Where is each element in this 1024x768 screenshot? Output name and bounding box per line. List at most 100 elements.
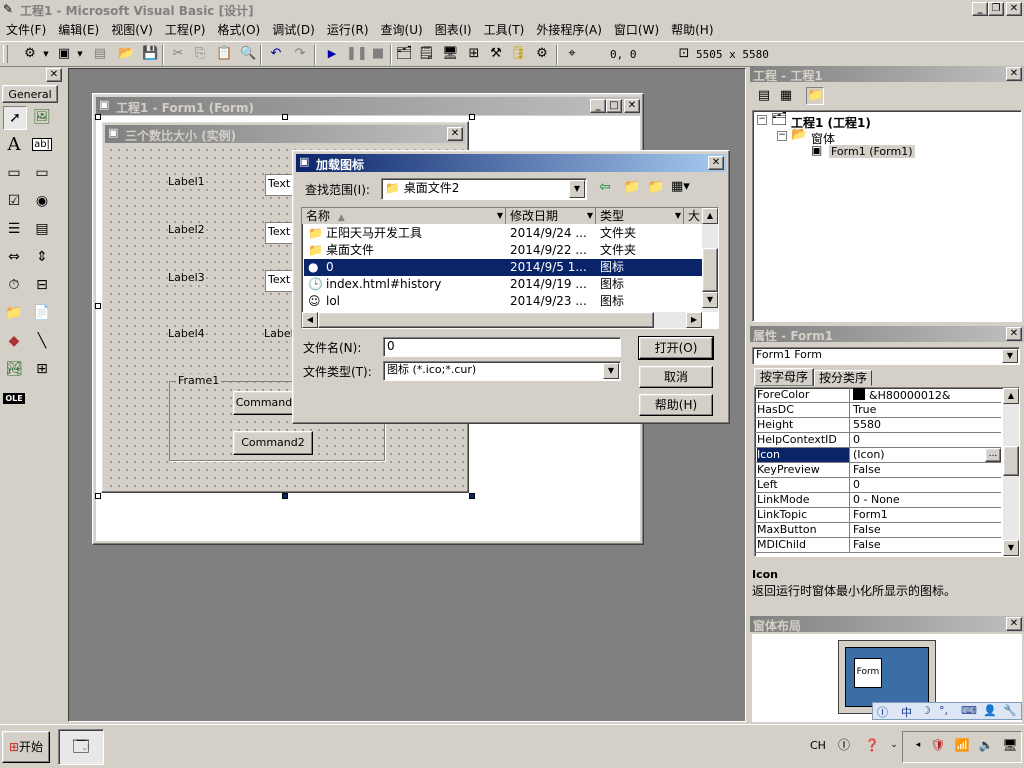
form-designer-minimize[interactable]: _	[590, 99, 606, 113]
scroll-down-icon[interactable]: ▼	[1003, 540, 1019, 556]
form-layout-icon[interactable]: 🖥	[442, 46, 459, 62]
object-selector[interactable]: Form1 Form ▼	[752, 347, 1020, 365]
scroll-left-icon[interactable]: ◀	[302, 312, 318, 328]
file-row[interactable]: 📁 正阳天马开发工具 2014/9/24 ... 文件夹	[304, 225, 706, 242]
open-project-icon[interactable]: 📂	[118, 46, 134, 62]
ime-indicator[interactable]: CH	[810, 739, 826, 752]
menu-item-0[interactable]: 文件(F)	[0, 20, 52, 40]
checkbox-tool-icon[interactable]: ☑	[3, 190, 25, 212]
menu-item-3[interactable]: 工程(P)	[159, 20, 212, 40]
filelistbox-tool-icon[interactable]: 📄	[31, 302, 53, 324]
dialog-close-button[interactable]: ✕	[708, 156, 724, 170]
close-button[interactable]: ✕	[1006, 2, 1022, 16]
file-row[interactable]: ● 0 2014/9/5 1... 图标	[304, 259, 706, 276]
ime-moon-icon[interactable]: ☽	[921, 704, 931, 717]
open-button[interactable]: 打开(O)	[638, 336, 714, 360]
undo-icon[interactable]: ↶	[268, 46, 284, 62]
column-dropdown-icon[interactable]: ▼	[587, 208, 593, 224]
selection-handle[interactable]	[469, 493, 475, 499]
property-value[interactable]: (Icon)	[853, 448, 885, 462]
data-tool-icon[interactable]: ⊞	[31, 358, 53, 380]
selection-handle[interactable]	[469, 114, 475, 120]
lookin-dropdown-arrow[interactable]: ▼	[569, 180, 585, 198]
project-panel-close[interactable]: ✕	[1006, 67, 1022, 81]
form-designer-close[interactable]: ✕	[624, 99, 640, 113]
command1-button[interactable]: Command	[233, 391, 295, 415]
ole-tool-icon[interactable]: OLE	[3, 388, 25, 410]
ime-keyboard-icon[interactable]: ⌨	[961, 704, 977, 717]
line-tool-icon[interactable]: ╲	[31, 330, 53, 352]
selection-handle[interactable]	[282, 493, 288, 499]
hscroll-thumb[interactable]	[318, 312, 654, 328]
image-tool-icon[interactable]: 🏞	[3, 358, 25, 380]
shape-tool-icon[interactable]: ◆	[3, 330, 25, 352]
dropdown-arrow-icon[interactable]: ▼	[72, 46, 88, 62]
property-row[interactable]: LinkTopic Form1	[755, 508, 1001, 523]
view-menu-icon[interactable]: ▦▾	[671, 179, 690, 194]
label4[interactable]: Label4	[168, 327, 205, 340]
add-form-icon[interactable]: ▣	[56, 46, 72, 62]
property-value[interactable]: True	[853, 403, 876, 417]
column-header-name[interactable]: 名称 ▲ ▼	[302, 208, 506, 224]
ime-toolbar[interactable]: Ⓘ 中 ☽ °, ⌨ 👤 🔧	[872, 702, 1022, 720]
hscrollbar-tool-icon[interactable]: ⇔	[3, 246, 25, 268]
find-icon[interactable]: 🔍	[240, 46, 256, 62]
property-row[interactable]: HasDC True	[755, 403, 1001, 418]
object-selector-arrow[interactable]: ▼	[1002, 349, 1018, 363]
column-dropdown-icon[interactable]: ▼	[675, 208, 681, 224]
component-manager-icon[interactable]: ⚙	[534, 46, 550, 62]
file-list[interactable]: 名称 ▲ ▼ 修改日期 ▼ 类型 ▼ 大 📁 正阳天马开发工具 2014/9/24 …	[301, 207, 719, 329]
ellipsis-button[interactable]: ...	[985, 448, 1001, 462]
property-value[interactable]: 0	[853, 433, 860, 447]
label2[interactable]: Label2	[168, 223, 205, 236]
column-header-size[interactable]: 大	[684, 208, 704, 224]
menu-item-4[interactable]: 格式(O)	[211, 20, 266, 40]
paste-icon[interactable]: 📋	[216, 46, 232, 62]
cut-icon[interactable]: ✂	[170, 46, 186, 62]
run-icon[interactable]: ▶	[324, 46, 340, 62]
selection-handle[interactable]	[282, 114, 288, 120]
view-code-icon[interactable]: ▤	[756, 88, 772, 104]
property-row[interactable]: Height 5580	[755, 418, 1001, 433]
menu-item-1[interactable]: 编辑(E)	[52, 20, 105, 40]
redo-icon[interactable]: ↷	[292, 46, 308, 62]
dirlistbox-tool-icon[interactable]: 📁	[3, 302, 25, 324]
ime-settings-icon[interactable]: 🔧	[1003, 704, 1017, 717]
frame-tool-icon[interactable]: ▭	[3, 162, 25, 184]
form-designer-maximize[interactable]: □	[606, 99, 622, 113]
ime-punct-icon[interactable]: °,	[939, 704, 948, 717]
property-row[interactable]: MaxButton False	[755, 523, 1001, 538]
toggle-folders-icon[interactable]: 📁	[806, 87, 824, 105]
file-list-hscroll[interactable]: ◀ ▶	[302, 312, 702, 328]
toolbox-icon[interactable]: ⚒	[488, 46, 504, 62]
property-row[interactable]: Left 0	[755, 478, 1001, 493]
help-button[interactable]: 帮助(H)	[639, 394, 713, 416]
minimize-button[interactable]: _	[972, 2, 988, 16]
properties-panel-close[interactable]: ✕	[1006, 327, 1022, 341]
property-scroll-thumb[interactable]	[1003, 446, 1019, 476]
pause-icon[interactable]: ❚❚	[346, 46, 368, 62]
property-row[interactable]: ForeColor &H80000012&	[755, 388, 1001, 403]
textbox-tool-icon[interactable]: ab|	[31, 134, 53, 156]
data-view-icon[interactable]: 🛢	[510, 46, 527, 62]
menu-editor-icon[interactable]: ▤	[92, 46, 108, 62]
property-value[interactable]: False	[853, 538, 881, 552]
scroll-up-icon[interactable]: ▲	[1003, 388, 1019, 404]
properties-window-icon[interactable]: 🗒	[418, 46, 435, 62]
scroll-up-icon[interactable]: ▲	[702, 208, 718, 224]
cancel-button[interactable]: 取消	[639, 366, 713, 388]
ime-mode-label[interactable]: 中	[901, 704, 912, 720]
security-warning-icon[interactable]: 🛡	[930, 737, 946, 753]
selection-handle[interactable]	[95, 493, 101, 499]
drivelistbox-tool-icon[interactable]: ⊟	[31, 274, 53, 296]
menu-item-10[interactable]: 外接程序(A)	[530, 20, 608, 40]
ime-logo-icon[interactable]: Ⓘ	[877, 704, 888, 720]
tree-collapse-icon[interactable]: −	[777, 131, 787, 141]
file-list-vscroll[interactable]: ▲ ▼	[702, 208, 718, 312]
expand-tray-icon[interactable]: ◂	[910, 737, 926, 753]
tree-collapse-icon[interactable]: −	[757, 115, 767, 125]
listbox-tool-icon[interactable]: ▤	[31, 218, 53, 240]
timer-tool-icon[interactable]: ⏱	[3, 274, 25, 296]
label3[interactable]: Label3	[168, 271, 205, 284]
property-row[interactable]: LinkMode 0 - None	[755, 493, 1001, 508]
